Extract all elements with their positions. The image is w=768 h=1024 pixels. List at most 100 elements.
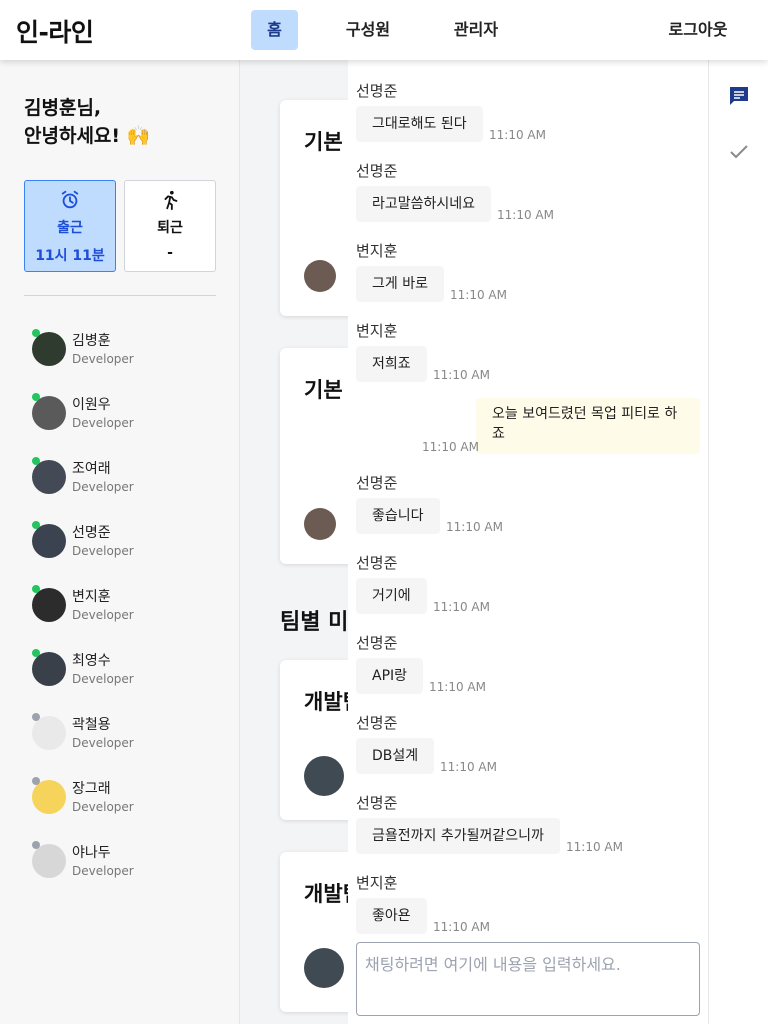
chat-icon[interactable] xyxy=(727,84,751,108)
sidebar-member-item[interactable]: 장그래 Developer xyxy=(32,774,232,820)
greeting-line-1: 김병훈님, xyxy=(24,97,102,119)
status-dot xyxy=(32,777,40,785)
avatar xyxy=(32,652,66,686)
avatar xyxy=(32,780,66,814)
chat-message: 선명준 좋습니다 11:10 AM xyxy=(348,472,708,538)
member-role: Developer xyxy=(72,480,134,494)
chat-sender: 변지훈 xyxy=(356,322,398,340)
member-role: Developer xyxy=(72,672,134,686)
status-dot xyxy=(32,713,40,721)
nav-home-button[interactable]: 홈 xyxy=(251,10,298,50)
sidebar-member-item[interactable]: 야나두 Developer xyxy=(32,838,232,884)
chat-sender: 선명준 xyxy=(356,794,398,812)
member-role: Developer xyxy=(72,800,134,814)
chat-time: 11:10 AM xyxy=(440,760,497,774)
chat-sender: 선명준 xyxy=(356,474,398,492)
chat-time: 11:10 AM xyxy=(433,600,490,614)
clock-in-button[interactable]: 출근 11시 11분 xyxy=(24,180,116,272)
avatar xyxy=(32,396,66,430)
sidebar-member-item[interactable]: 조여래 Developer xyxy=(32,454,232,500)
status-dot xyxy=(32,393,40,401)
chat-time: 11:10 AM xyxy=(497,208,554,222)
sidebar-member-item[interactable]: 이원우 Developer xyxy=(32,390,232,436)
member-name: 이원우 xyxy=(72,397,111,413)
status-dot xyxy=(32,457,40,465)
chat-bubble: 거기에 xyxy=(356,578,427,614)
member-role: Developer xyxy=(72,544,134,558)
member-name: 김병훈 xyxy=(72,333,111,349)
app-root: 인-라인 홈 구성원 관리자 로그아웃 김병훈님, 안녕하세요! 🙌 출근 11… xyxy=(0,0,768,1024)
clock-out-time: - xyxy=(167,245,173,261)
chat-sender: 변지훈 xyxy=(356,242,398,260)
top-navigation: 인-라인 홈 구성원 관리자 로그아웃 xyxy=(0,0,768,60)
chat-bubble: 라고말씀하시네요 xyxy=(356,186,492,222)
chat-bubble: 좋아욘 xyxy=(356,898,427,934)
chat-time: 11:10 AM xyxy=(450,288,507,302)
avatar xyxy=(32,716,66,750)
member-name: 장그래 xyxy=(72,781,111,797)
nav-admin-button[interactable]: 관리자 xyxy=(444,10,508,50)
chat-message: 변지훈 저희죠 11:10 AM xyxy=(348,320,708,386)
chat-message: 선명준 API랑 11:10 AM xyxy=(348,632,708,698)
avatar xyxy=(32,460,66,494)
nav-members-button[interactable]: 구성원 xyxy=(336,10,400,50)
sidebar-member-item[interactable]: 최영수 Developer xyxy=(32,646,232,692)
clock-in-label: 출근 xyxy=(57,220,83,236)
check-icon[interactable] xyxy=(727,140,751,164)
member-name: 곽철용 xyxy=(72,717,111,733)
clock-out-button[interactable]: 퇴근 - xyxy=(124,180,216,272)
right-rail xyxy=(708,60,768,1024)
clock-in-time: 11시 11분 xyxy=(35,248,105,264)
member-role: Developer xyxy=(72,416,134,430)
sidebar-divider xyxy=(24,295,216,296)
avatar xyxy=(304,756,344,796)
avatar xyxy=(304,508,336,540)
member-name: 조여래 xyxy=(72,461,111,477)
chat-message: 선명준 DB설계 11:10 AM xyxy=(348,712,708,778)
clock-out-label: 퇴근 xyxy=(157,220,183,236)
status-dot xyxy=(32,329,40,337)
sidebar-member-item[interactable]: 곽철용 Developer xyxy=(32,710,232,756)
chat-sender: 선명준 xyxy=(356,714,398,732)
member-name: 최영수 xyxy=(72,653,111,669)
chat-sender: 선명준 xyxy=(356,634,398,652)
logout-button[interactable]: 로그아웃 xyxy=(660,10,736,50)
member-role: Developer xyxy=(72,352,134,366)
status-dot xyxy=(32,841,40,849)
member-name: 야나두 xyxy=(72,845,111,861)
greeting: 김병훈님, 안녕하세요! 🙌 xyxy=(24,94,150,150)
chat-message: 변지훈그게 바로 11:10 AM xyxy=(348,240,708,306)
my-message-bubble: 오늘 보여드렸던 목업 피티로 하죠 xyxy=(476,398,700,454)
chat-time: 11:10 AM xyxy=(566,840,623,854)
status-dot xyxy=(32,521,40,529)
chat-sender: 선명준 xyxy=(356,82,398,100)
chat-bubble: 그대로해도 된다 xyxy=(356,106,483,142)
chat-time: 11:10 AM xyxy=(446,520,503,534)
member-role: Developer xyxy=(72,736,134,750)
member-name: 변지훈 xyxy=(72,589,111,605)
status-dot xyxy=(32,585,40,593)
brand-logo[interactable]: 인-라인 xyxy=(16,13,94,49)
chat-sender: 선명준 xyxy=(356,162,398,180)
chat-bubble: 금욜전까지 추가될꺼같으니까 xyxy=(356,818,560,854)
chat-bubble: API랑 xyxy=(356,658,424,694)
chat-bubble: 저희죠 xyxy=(356,346,427,382)
chat-time: 11:10 AM xyxy=(489,128,546,142)
sidebar-member-item[interactable]: 선명준 Developer xyxy=(32,518,232,564)
chat-sender: 선명준 xyxy=(356,554,398,572)
my-message-time: 11:10 AM xyxy=(422,440,479,454)
avatar xyxy=(304,948,344,988)
chat-message: 선명준거기에 11:10 AM xyxy=(348,552,708,618)
member-role: Developer xyxy=(72,608,134,622)
sidebar-member-item[interactable]: 김병훈 Developer xyxy=(32,326,232,372)
sidebar-member-item[interactable]: 변지훈 Developer xyxy=(32,582,232,628)
chat-bubble: 그게 바로 xyxy=(356,266,444,302)
avatar xyxy=(32,844,66,878)
chat-input[interactable] xyxy=(356,942,700,1016)
member-role: Developer xyxy=(72,864,134,878)
chat-time: 11:10 AM xyxy=(429,680,486,694)
chat-message: 변지훈 좋아욘 11:10 AM xyxy=(348,872,708,938)
chat-time: 11:10 AM xyxy=(433,920,490,934)
greeting-line-2: 안녕하세요! 🙌 xyxy=(24,125,151,147)
avatar xyxy=(32,588,66,622)
